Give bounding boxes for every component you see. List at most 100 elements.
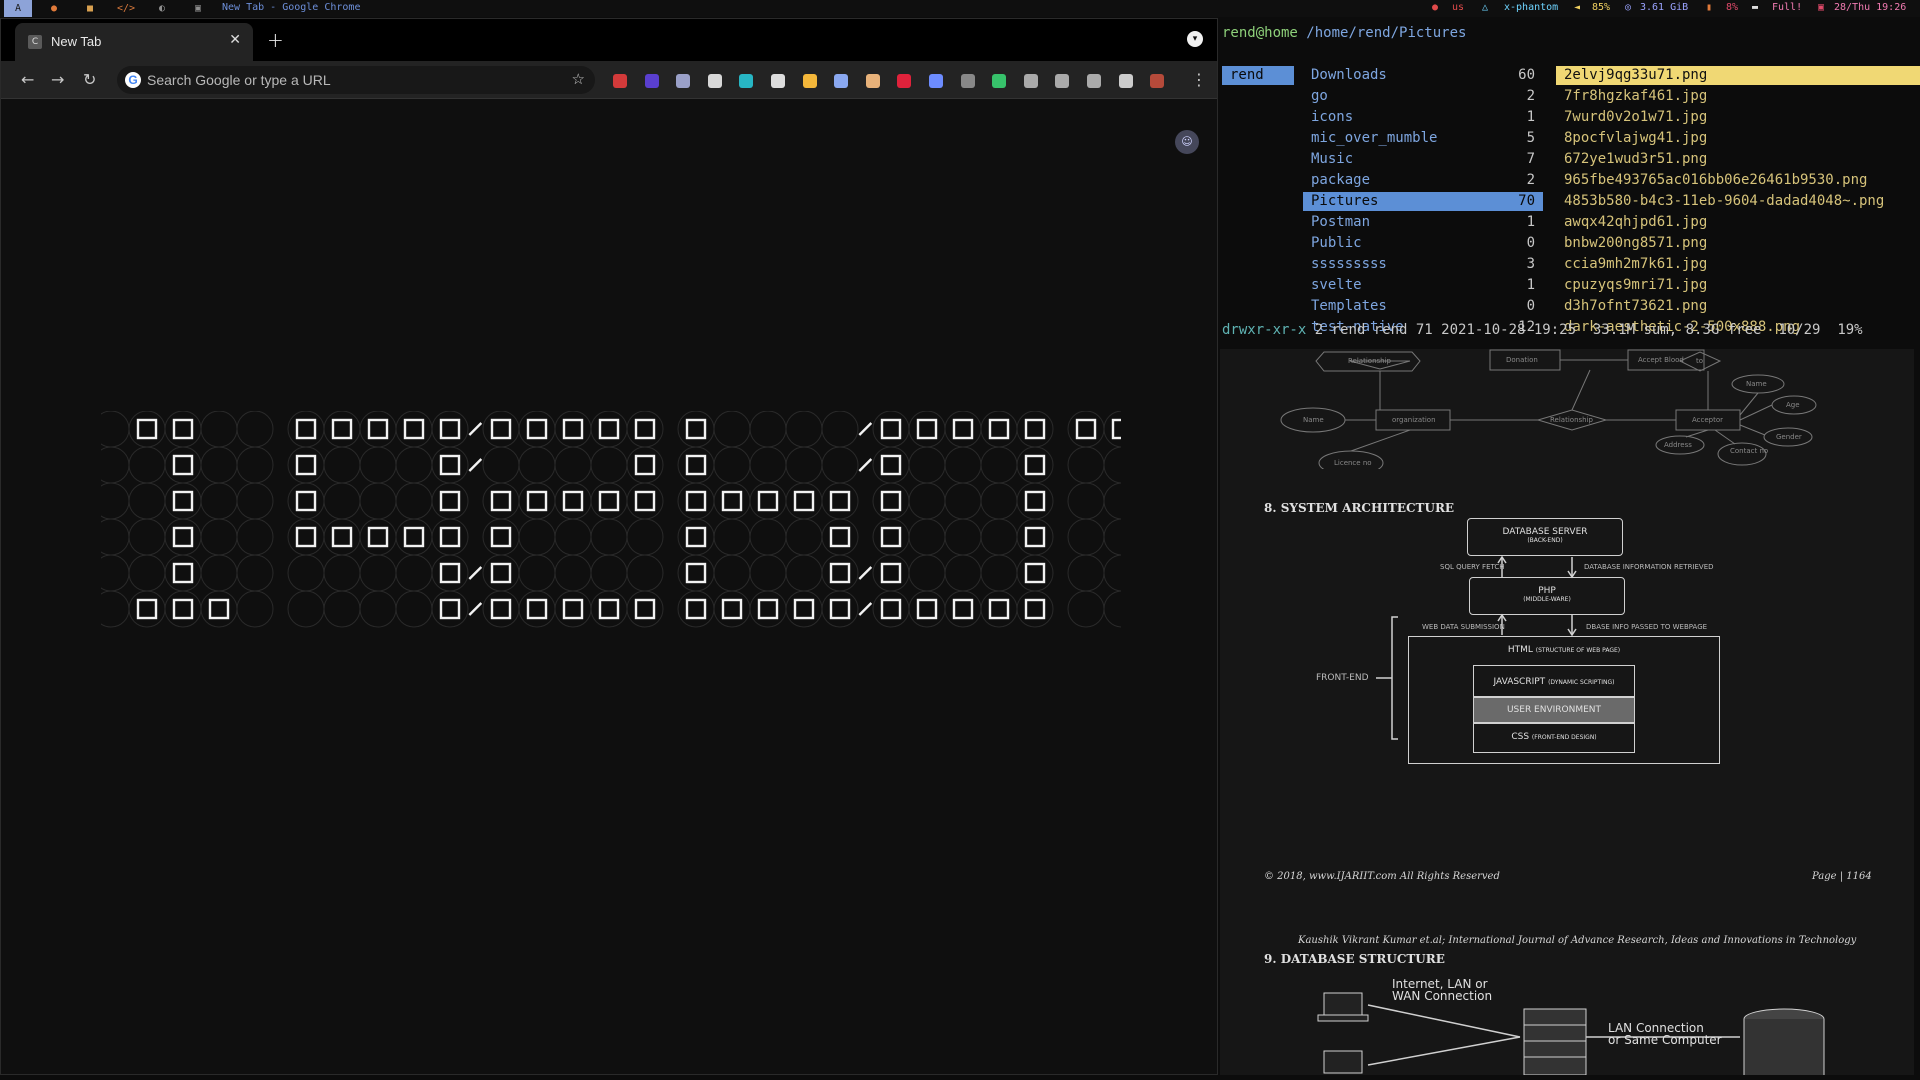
ranger-dir-item[interactable]: sssssssss 3 <box>1303 255 1543 274</box>
er-label: Address <box>1664 441 1692 449</box>
workspace-5[interactable]: ◐ <box>148 0 176 17</box>
keyboard-layout[interactable]: us <box>1452 2 1464 13</box>
clock-segment <box>634 454 656 476</box>
ext-crosshair-icon[interactable] <box>1055 74 1070 88</box>
kebab-menu-icon[interactable]: ⋮ <box>1191 70 1207 89</box>
clock-segment <box>793 490 815 512</box>
clock-grid-circle <box>1103 446 1121 484</box>
clock-segment <box>634 598 656 620</box>
ranger-dir-item[interactable]: Downloads 60 <box>1303 66 1543 85</box>
clock-grid-circle <box>872 446 910 484</box>
clock-grid-circle <box>359 482 397 520</box>
clock-grid-circle <box>821 446 859 484</box>
ranger-status-line: drwxr-xr-x 2 rend rend 71 2021-10-28 19:… <box>1222 321 1863 340</box>
clock-grid-circle <box>821 482 859 520</box>
ranger-file-item[interactable]: bnbw200ng8571.png <box>1556 234 1920 253</box>
reload-icon[interactable]: ↻ <box>83 70 96 89</box>
ranger-dir-item[interactable]: svelte 1 <box>1303 276 1543 295</box>
workspace-6[interactable]: ▣ <box>184 0 212 17</box>
clock-segment <box>172 526 194 548</box>
ranger-header: rend@home /home/rend/Pictures <box>1222 24 1466 43</box>
volume-level[interactable]: 85% <box>1592 2 1610 13</box>
react-icon[interactable] <box>707 74 722 88</box>
ext-purple-icon[interactable] <box>644 74 659 88</box>
clock-grid-circle <box>101 518 130 556</box>
dir-count: 1 <box>1526 214 1535 230</box>
dir-count: 1 <box>1526 277 1535 293</box>
profile-avatar-icon[interactable] <box>1150 74 1165 88</box>
clock-grid-circle <box>482 518 520 556</box>
clock-grid-circle <box>713 482 751 520</box>
ranger-dir-item[interactable]: Music 7 <box>1303 150 1543 169</box>
profile-avatar-icon[interactable]: ☺ <box>1175 130 1199 154</box>
ext-red-icon[interactable] <box>613 74 627 88</box>
dir-count: 7 <box>1526 151 1535 167</box>
ranger-dir-item[interactable]: go 2 <box>1303 87 1543 106</box>
ext-window-icon[interactable] <box>1087 74 1101 88</box>
new-tab-button[interactable]: + <box>267 28 284 52</box>
back-arrow-icon[interactable]: ← <box>21 70 34 89</box>
clock-grid-circle <box>1067 590 1105 628</box>
puzzle-icon[interactable] <box>1118 74 1133 88</box>
wifi-network[interactable]: x-phantom <box>1504 2 1558 13</box>
ranger-dir-item[interactable]: Public 0 <box>1303 234 1543 253</box>
ranger-permissions: drwxr-xr-x <box>1222 322 1307 338</box>
tab-new-tab[interactable]: C New Tab ✕ <box>15 23 253 61</box>
clock-segment <box>562 418 584 440</box>
workspace-4[interactable]: </> <box>112 0 140 17</box>
ext-cookie-icon[interactable] <box>865 74 880 88</box>
omnibox[interactable]: G ☆ <box>117 66 595 94</box>
ranger-dir-item[interactable]: Postman 1 <box>1303 213 1543 232</box>
ranger-file-item[interactable]: 672ye1wud3r51.png <box>1556 150 1920 169</box>
ext-spiral-icon[interactable] <box>929 74 943 88</box>
ranger-file-item[interactable]: 2elvj9qg33u71.png <box>1556 66 1920 85</box>
workspace-2[interactable]: ● <box>40 0 68 17</box>
ranger-file-item[interactable]: awqx42qhjpd61.jpg <box>1556 213 1920 232</box>
forward-arrow-icon[interactable]: → <box>51 70 64 89</box>
ext-teal-icon[interactable] <box>739 74 754 88</box>
ranger-dir-item[interactable]: package 2 <box>1303 171 1543 190</box>
user-environment-box: USER ENVIRONMENT <box>1473 697 1635 723</box>
bookmark-star-icon[interactable]: ☆ <box>572 70 585 88</box>
clock-grid-circle <box>431 590 469 628</box>
dir-count: 1 <box>1526 109 1535 125</box>
ranger-file-item[interactable]: 4853b580-b4c3-11eb-9604-dadad4048~.png <box>1556 192 1920 211</box>
clock-grid-circle <box>785 446 823 484</box>
tab-search-icon[interactable]: ▾ <box>1187 31 1203 47</box>
ext-green-icon[interactable] <box>992 74 1007 88</box>
ranger-file-item[interactable]: d3h7ofnt73621.png <box>1556 297 1920 316</box>
ext-yellow-icon[interactable] <box>802 74 817 88</box>
ext-glasses-icon[interactable] <box>676 74 691 88</box>
clock-grid-circle <box>944 446 982 484</box>
ext-cursor-icon[interactable] <box>1023 74 1038 88</box>
clock-grid-circle <box>287 446 325 484</box>
ext-red-dot-icon[interactable] <box>897 74 912 88</box>
ranger-file-item[interactable]: cpuzyqs9mri71.jpg <box>1556 276 1920 295</box>
close-icon[interactable]: ✕ <box>229 32 241 48</box>
ranger-file-item[interactable]: 8pocfvlajwg41.jpg <box>1556 129 1920 148</box>
ranger-dir-item[interactable]: icons 1 <box>1303 108 1543 127</box>
ranger-dir-item[interactable]: mic_over_mumble 5 <box>1303 129 1543 148</box>
workspace-3[interactable]: ■ <box>76 0 104 17</box>
ranger-file-item[interactable]: ccia9mh2m7k61.jpg <box>1556 255 1920 274</box>
ext-moon-icon[interactable] <box>834 74 849 88</box>
ext-bracket-icon[interactable] <box>960 74 975 88</box>
clock-grid-circle <box>590 446 628 484</box>
ranger-file-item[interactable]: 7fr8hgzkaf461.jpg <box>1556 87 1920 106</box>
ranger-dir-item[interactable]: Pictures 70 <box>1303 192 1543 211</box>
ranger-parent-dir[interactable]: rend <box>1222 66 1294 85</box>
ranger-dir-item[interactable]: Templates 0 <box>1303 297 1543 316</box>
date-time[interactable]: 28/Thu 19:26 <box>1834 2 1906 13</box>
omnibox-input[interactable] <box>147 70 547 90</box>
clock-segment <box>439 490 461 512</box>
ext-circle-icon[interactable] <box>771 74 785 88</box>
clock-grid-circle <box>872 554 910 592</box>
ranger-file-item[interactable]: 965fbe493765ac016bb06e26461b9530.png <box>1556 171 1920 190</box>
ranger-file-item[interactable]: 7wurd0v2o1w71.jpg <box>1556 108 1920 127</box>
clock-grid-circle <box>482 482 520 520</box>
clock-grid-circle <box>101 411 130 448</box>
clock-segment <box>829 490 851 512</box>
workspace-1[interactable]: A <box>4 0 32 17</box>
clock-segment <box>757 598 779 620</box>
clock-grid-circle <box>200 518 238 556</box>
